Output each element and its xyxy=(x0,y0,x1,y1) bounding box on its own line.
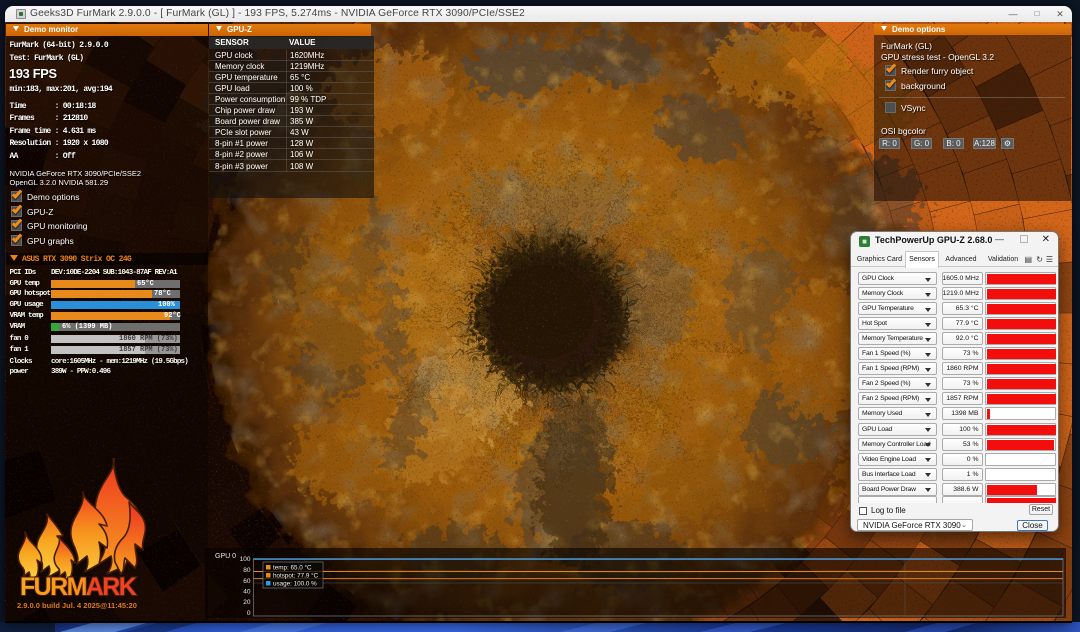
svg-text:GPU 0: GPU 0 xyxy=(215,553,236,560)
svg-text:60: 60 xyxy=(243,578,251,585)
svg-text:40: 40 xyxy=(243,589,251,596)
svg-text:100: 100 xyxy=(240,556,251,563)
svg-text:temp: 65.0 °C: temp: 65.0 °C xyxy=(273,564,312,572)
svg-text:0: 0 xyxy=(247,610,251,617)
svg-text:hotspot: 77.9 °C: hotspot: 77.9 °C xyxy=(273,572,319,580)
svg-text:20: 20 xyxy=(243,599,251,606)
svg-text:80: 80 xyxy=(243,567,251,574)
svg-text:FURMARK: FURMARK xyxy=(20,573,137,601)
svg-text:usage: 100.0 %: usage: 100.0 % xyxy=(273,581,317,588)
